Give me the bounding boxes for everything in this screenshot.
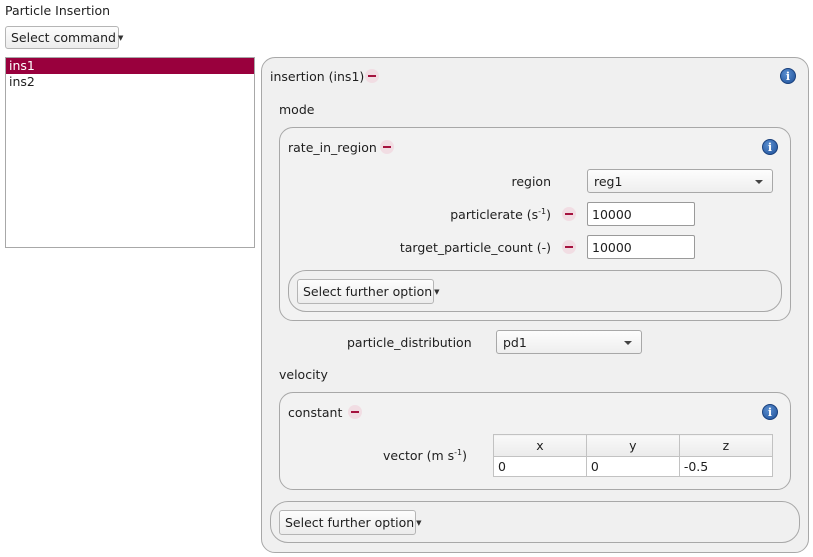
velocity-label: velocity xyxy=(279,367,328,382)
list-item[interactable]: ins2 xyxy=(6,74,254,90)
remove-mode-icon[interactable] xyxy=(380,140,394,154)
select-command-button[interactable]: Select command ▼ xyxy=(5,26,123,49)
further-option-label: Select further option xyxy=(303,284,433,299)
target-particle-count-input[interactable]: 10000 xyxy=(587,235,695,259)
particlerate-input[interactable]: 10000 xyxy=(587,202,695,226)
chevron-down-icon: ▼ xyxy=(434,287,440,296)
vector-x-cell[interactable]: 0 xyxy=(493,456,587,477)
particle-distribution-label: particle_distribution xyxy=(347,335,472,350)
region-value: reg1 xyxy=(594,173,623,189)
further-option-label: Select further option xyxy=(285,515,415,530)
particle-distribution-select[interactable]: pd1 xyxy=(496,330,642,354)
remove-particlerate-icon[interactable] xyxy=(562,207,576,221)
insertion-title: insertion (ins1) xyxy=(270,69,365,84)
mode-select-further-option-button[interactable]: Select further option ▼ xyxy=(297,279,440,304)
info-icon[interactable]: i xyxy=(762,404,778,420)
chevron-down-icon xyxy=(624,341,632,345)
remove-insertion-icon[interactable] xyxy=(365,69,379,83)
column-header-y: y xyxy=(585,434,680,457)
velocity-title: constant xyxy=(288,405,343,420)
vector-y-cell[interactable]: 0 xyxy=(585,456,680,477)
chevron-down-icon: ▼ xyxy=(416,518,422,527)
vector-label: vector (m s-1) xyxy=(383,447,468,463)
insertion-select-further-option-button[interactable]: Select further option ▼ xyxy=(279,510,422,535)
insertion-list[interactable]: ins1 ins2 xyxy=(5,57,255,248)
particlerate-label: particlerate (s-1) xyxy=(450,206,551,222)
info-icon[interactable]: i xyxy=(780,68,796,84)
chevron-down-icon xyxy=(755,180,763,184)
remove-target-particle-count-icon[interactable] xyxy=(562,240,576,254)
select-command-label: Select command xyxy=(11,30,116,45)
mode-title: rate_in_region xyxy=(288,140,377,155)
chevron-down-icon: ▼ xyxy=(117,33,124,42)
target-particle-count-label: target_particle_count (-) xyxy=(399,240,551,255)
remove-velocity-icon[interactable] xyxy=(348,405,362,419)
vector-z-cell[interactable]: -0.5 xyxy=(678,456,774,477)
particle-distribution-value: pd1 xyxy=(503,334,527,350)
column-header-x: x xyxy=(493,434,587,457)
page-title: Particle Insertion xyxy=(5,3,111,18)
list-item[interactable]: ins1 xyxy=(6,58,254,74)
mode-label: mode xyxy=(279,102,315,117)
vector-table: x y z 0 0 -0.5 xyxy=(493,434,774,477)
region-select[interactable]: reg1 xyxy=(587,169,773,193)
info-icon[interactable]: i xyxy=(762,139,778,155)
region-label: region xyxy=(511,174,551,189)
column-header-z: z xyxy=(678,434,774,457)
